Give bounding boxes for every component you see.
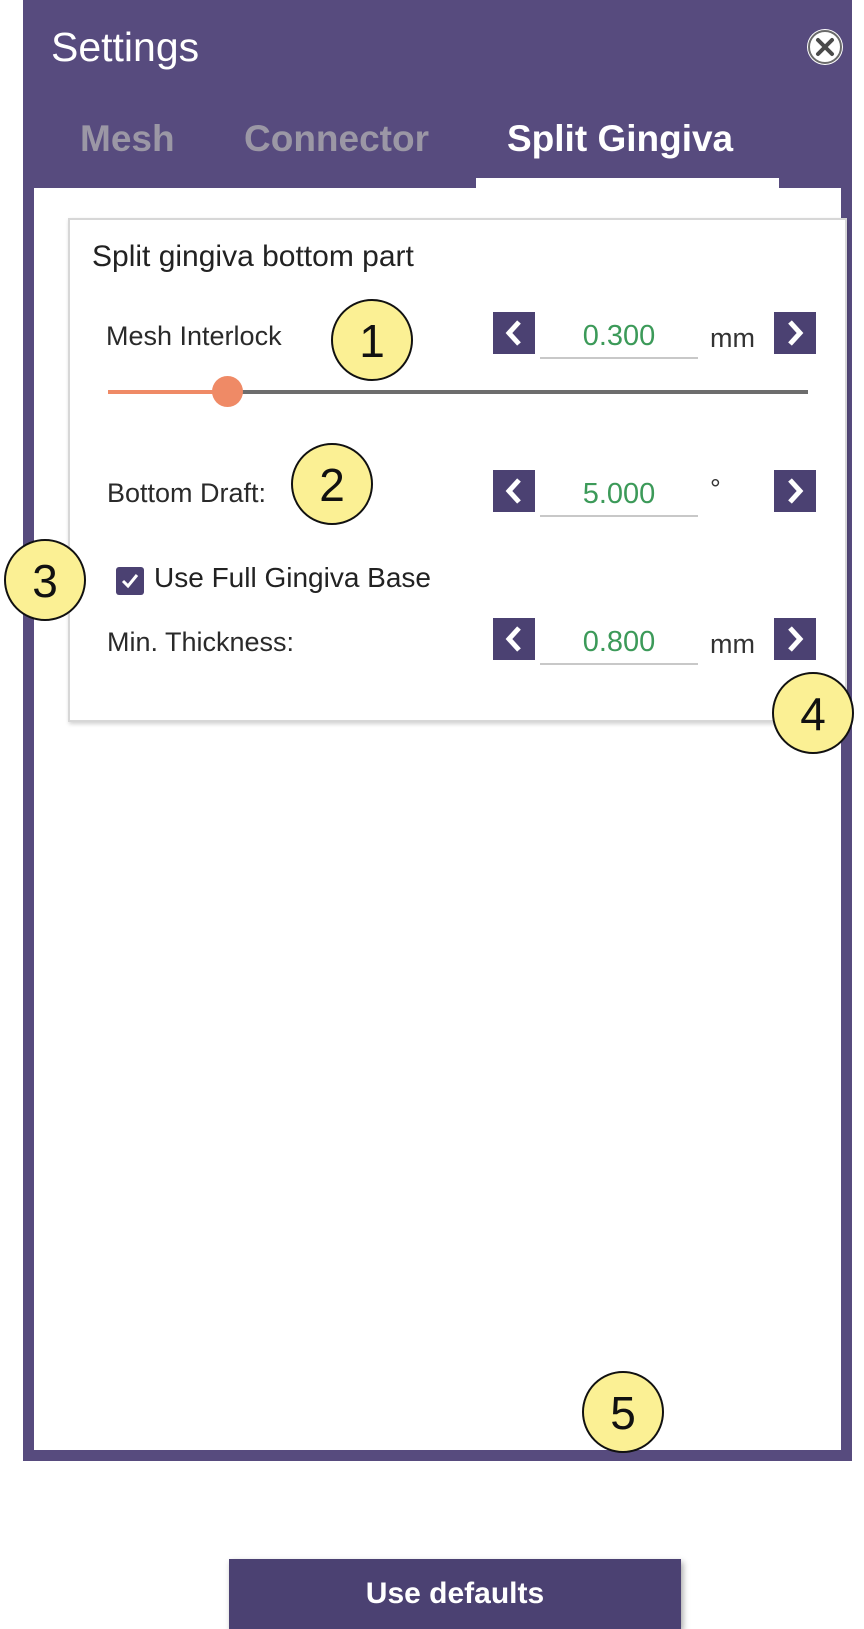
tab-split-gingiva[interactable]: Split Gingiva — [507, 118, 733, 160]
use-full-gingiva-base-checkbox[interactable] — [116, 567, 144, 595]
mesh-interlock-unit: mm — [710, 323, 755, 353]
split-gingiva-group: Split gingiva bottom part Mesh Interlock… — [68, 218, 847, 722]
close-button[interactable] — [807, 29, 843, 65]
chevron-right-icon — [788, 626, 804, 652]
use-full-gingiva-base-label[interactable]: Use Full Gingiva Base — [154, 562, 431, 594]
callout-1: 1 — [331, 299, 413, 381]
callout-3: 3 — [4, 539, 86, 621]
mesh-interlock-value[interactable]: 0.300 — [540, 320, 698, 359]
window-title: Settings — [51, 24, 200, 70]
mesh-interlock-decrement-button[interactable] — [493, 312, 535, 354]
bottom-draft-decrement-button[interactable] — [493, 470, 535, 512]
min-thickness-decrement-button[interactable] — [493, 618, 535, 660]
callout-4: 4 — [772, 672, 854, 754]
mesh-interlock-label: Mesh Interlock — [106, 321, 282, 351]
checkmark-icon — [121, 574, 139, 589]
callout-5: 5 — [582, 1371, 664, 1453]
mesh-interlock-slider-thumb[interactable] — [211, 376, 243, 407]
chevron-right-icon — [788, 320, 804, 346]
bottom-draft-unit: ° — [710, 474, 721, 504]
mesh-interlock-slider-fill — [108, 390, 227, 394]
tab-content: Split gingiva bottom part Mesh Interlock… — [34, 188, 847, 1629]
tab-connector[interactable]: Connector — [244, 118, 429, 160]
min-thickness-label: Min. Thickness: — [107, 627, 295, 657]
group-title: Split gingiva bottom part — [92, 240, 414, 273]
chevron-left-icon — [505, 320, 521, 346]
chevron-left-icon — [505, 626, 521, 652]
chevron-right-icon — [788, 478, 804, 504]
callout-2: 2 — [291, 443, 373, 525]
use-defaults-button[interactable]: Use defaults — [229, 1559, 681, 1629]
mesh-interlock-increment-button[interactable] — [774, 312, 816, 354]
bottom-draft-label: Bottom Draft: — [107, 478, 267, 508]
min-thickness-increment-button[interactable] — [774, 618, 816, 660]
tab-mesh[interactable]: Mesh — [80, 118, 175, 160]
bottom-draft-increment-button[interactable] — [774, 470, 816, 512]
min-thickness-value[interactable]: 0.800 — [540, 626, 698, 665]
close-icon — [808, 30, 842, 64]
settings-panel: Settings Mesh Connector Split Gingiva Sp… — [23, 0, 852, 1629]
chevron-left-icon — [505, 478, 521, 504]
min-thickness-unit: mm — [710, 629, 755, 659]
bottom-draft-value[interactable]: 5.000 — [540, 478, 698, 517]
active-tab-indicator — [476, 178, 779, 188]
